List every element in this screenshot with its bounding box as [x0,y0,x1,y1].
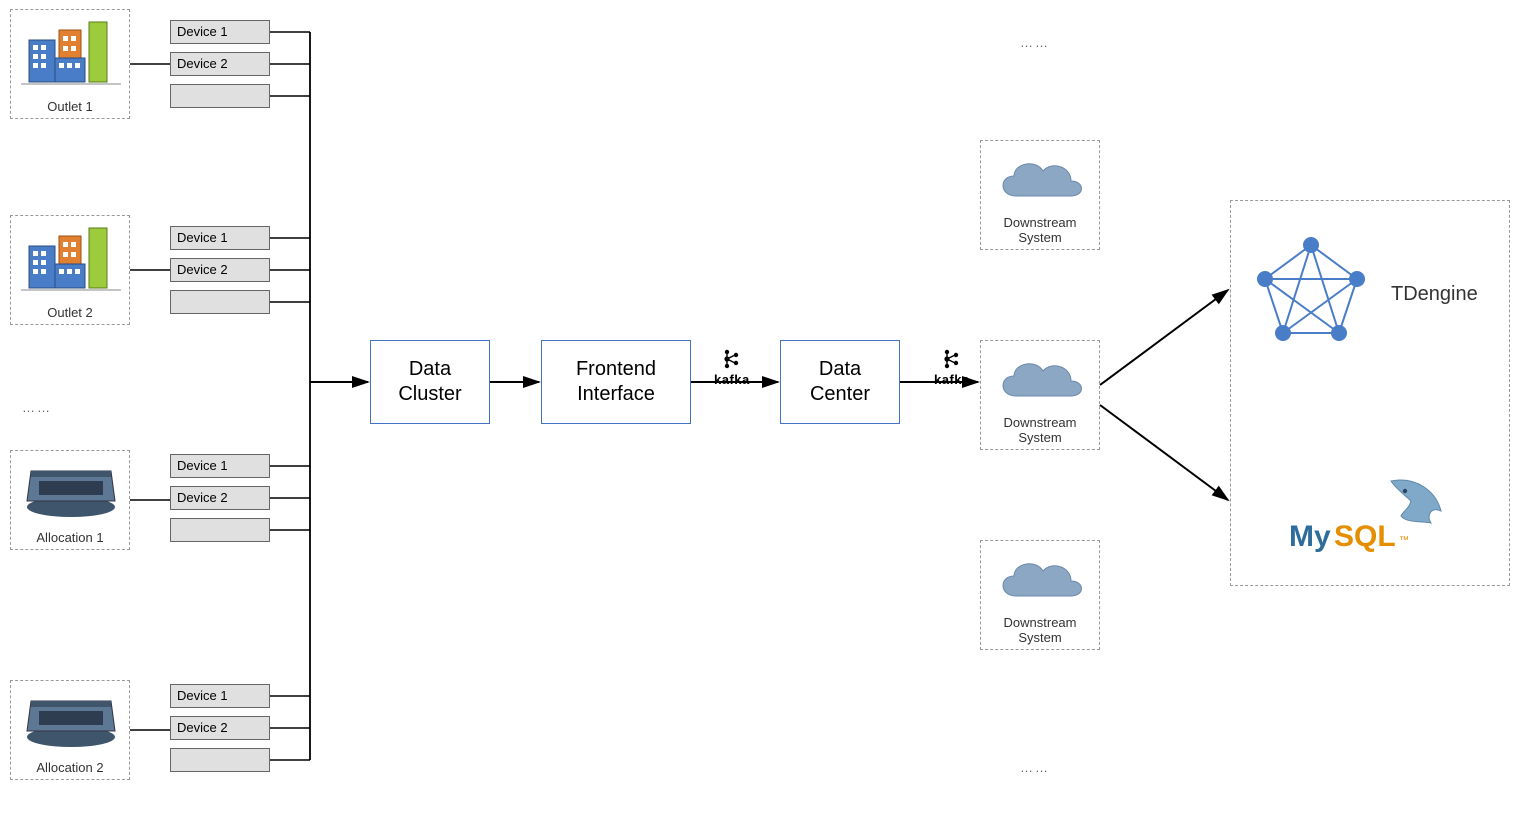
mysql-icon: My SQL ™ [1281,471,1461,561]
svg-text:My: My [1289,520,1331,553]
outlet-1-label: Outlet 1 [11,99,129,114]
data-center-box: Data Center [780,340,900,424]
cloud-icon [981,541,1101,621]
downstream-1-box: Downstream System [980,140,1100,250]
downstream-2-label: Downstream System [981,415,1099,445]
kafka-label-2: kafka [934,372,970,387]
outlet-1-box: Outlet 1 [10,9,130,119]
tdengine-label: TDengine [1391,283,1478,306]
sources-ellipsis: …… [22,400,52,415]
kafka-icon [940,348,962,370]
tdengine-icon [1251,231,1371,351]
data-cluster-label: Data Cluster [398,357,461,407]
data-cluster-box: Data Cluster [370,340,490,424]
allocation-2-box: Allocation 2 [10,680,130,780]
outlet-2-device-1: Device 1 [170,226,270,250]
frontend-interface-label: Frontend Interface [576,357,656,407]
kafka-label-1: kafka [714,372,750,387]
downstream-3-label: Downstream System [981,615,1099,645]
cloud-icon [981,341,1101,421]
building-icon [11,216,131,301]
downstream-2-box: Downstream System [980,340,1100,450]
scanner-icon [11,451,131,523]
outlet-2-label: Outlet 2 [11,305,129,320]
kafka-icon [720,348,742,370]
allocation-1-box: Allocation 1 [10,450,130,550]
outlet-1-device-2: Device 2 [170,52,270,76]
allocation-2-label: Allocation 2 [11,760,129,775]
outlet-1-device-1: Device 1 [170,20,270,44]
building-icon [11,10,131,95]
outlet-1-device-3 [170,84,270,108]
alloc-2-device-1: Device 1 [170,684,270,708]
svg-text:SQL: SQL [1334,520,1396,553]
sinks-box: TDengine My SQL ™ [1230,200,1510,586]
frontend-interface-box: Frontend Interface [541,340,691,424]
data-center-label: Data Center [810,357,870,407]
svg-text:™: ™ [1399,535,1409,546]
outlet-2-device-3 [170,290,270,314]
downstream-3-box: Downstream System [980,540,1100,650]
downstream-top-ellipsis: …… [1020,35,1050,50]
allocation-1-label: Allocation 1 [11,530,129,545]
alloc-2-device-3 [170,748,270,772]
alloc-2-device-2: Device 2 [170,716,270,740]
alloc-1-device-1: Device 1 [170,454,270,478]
alloc-1-device-3 [170,518,270,542]
outlet-2-device-2: Device 2 [170,258,270,282]
downstream-bot-ellipsis: …… [1020,760,1050,775]
downstream-1-label: Downstream System [981,215,1099,245]
cloud-icon [981,141,1101,221]
alloc-1-device-2: Device 2 [170,486,270,510]
outlet-2-box: Outlet 2 [10,215,130,325]
scanner-icon [11,681,131,753]
diagram-canvas: Outlet 1 Device 1 Device 2 Outlet 2 Devi… [0,0,1536,821]
